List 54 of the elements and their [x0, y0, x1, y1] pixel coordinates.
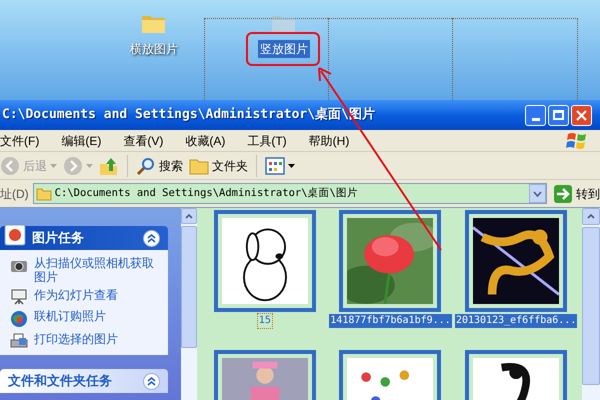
print-icon — [10, 333, 28, 349]
scroll-thumb[interactable] — [582, 227, 600, 385]
address-text: C:\Documents and Settings\Administrator\桌面\图片 — [54, 186, 359, 201]
search-icon — [136, 156, 156, 176]
search-button[interactable]: 搜索 — [136, 156, 183, 176]
windows-logo-icon — [566, 130, 588, 150]
thumbnail-frame[interactable] — [465, 210, 568, 312]
order-icon — [10, 310, 28, 328]
maximize-button[interactable] — [548, 104, 569, 126]
menu-item[interactable]: 帮助(H) — [308, 132, 350, 150]
scroll-up-button[interactable] — [582, 208, 600, 225]
views-button[interactable] — [265, 156, 295, 174]
panel-header[interactable]: 图片任务 — [0, 226, 168, 250]
scroll-up-button[interactable] — [181, 208, 197, 224]
address-label: 址(D) — [0, 186, 29, 202]
close-button[interactable] — [571, 104, 592, 126]
menu-item[interactable]: 文件(F) — [0, 132, 40, 150]
close-icon — [576, 110, 587, 120]
caret-icon — [288, 164, 295, 168]
folder-icon — [189, 156, 209, 174]
caret-icon — [50, 164, 57, 168]
collapse-icon[interactable] — [143, 372, 160, 390]
scroll-thumb[interactable] — [181, 226, 197, 348]
task-link[interactable]: 作为幻灯片查看 — [34, 288, 118, 302]
forward-icon — [63, 156, 83, 176]
minimize-button[interactable] — [525, 104, 546, 126]
caret-icon — [86, 164, 93, 168]
picture-icon — [4, 224, 26, 246]
menu-item[interactable]: 查看(V) — [123, 132, 164, 150]
task-link[interactable]: 从扫描仪或照相机获取图片 — [34, 256, 158, 284]
caret-icon — [533, 190, 542, 196]
back-icon — [0, 156, 20, 176]
menu-item[interactable]: 工具(T) — [247, 132, 287, 150]
folders-button[interactable]: 文件夹 — [189, 156, 248, 174]
icon-label[interactable]: 竖放图片 — [258, 40, 310, 58]
up-button[interactable] — [99, 156, 119, 176]
up-folder-icon — [99, 156, 119, 176]
menu-item[interactable]: 收藏(A) — [185, 132, 226, 150]
thumbnail-frame[interactable] — [339, 210, 442, 312]
panel-header[interactable]: 文件和文件夹任务 — [0, 369, 168, 393]
folder-icon — [36, 186, 52, 200]
collapse-icon[interactable] — [143, 230, 160, 246]
address-field[interactable]: C:\Documents and Settings\Administrator\桌面\图片 — [32, 183, 547, 204]
menu-item[interactable]: 编辑(E) — [61, 132, 102, 150]
go-button[interactable]: 转到 — [551, 184, 600, 204]
file-name[interactable]: 20130123_ef6ffba6... — [454, 314, 578, 328]
file-name[interactable]: 15 — [258, 314, 272, 328]
thumbnail-frame[interactable] — [214, 210, 316, 312]
task-link[interactable]: 联机订购照片 — [34, 309, 106, 323]
file-name[interactable]: 141877fbf7b6a1bf9... — [329, 314, 452, 328]
task-link[interactable]: 打印选择的图片 — [34, 332, 118, 346]
views-icon — [265, 156, 285, 174]
dropdown-button[interactable] — [529, 184, 546, 203]
slideshow-icon — [10, 289, 28, 305]
